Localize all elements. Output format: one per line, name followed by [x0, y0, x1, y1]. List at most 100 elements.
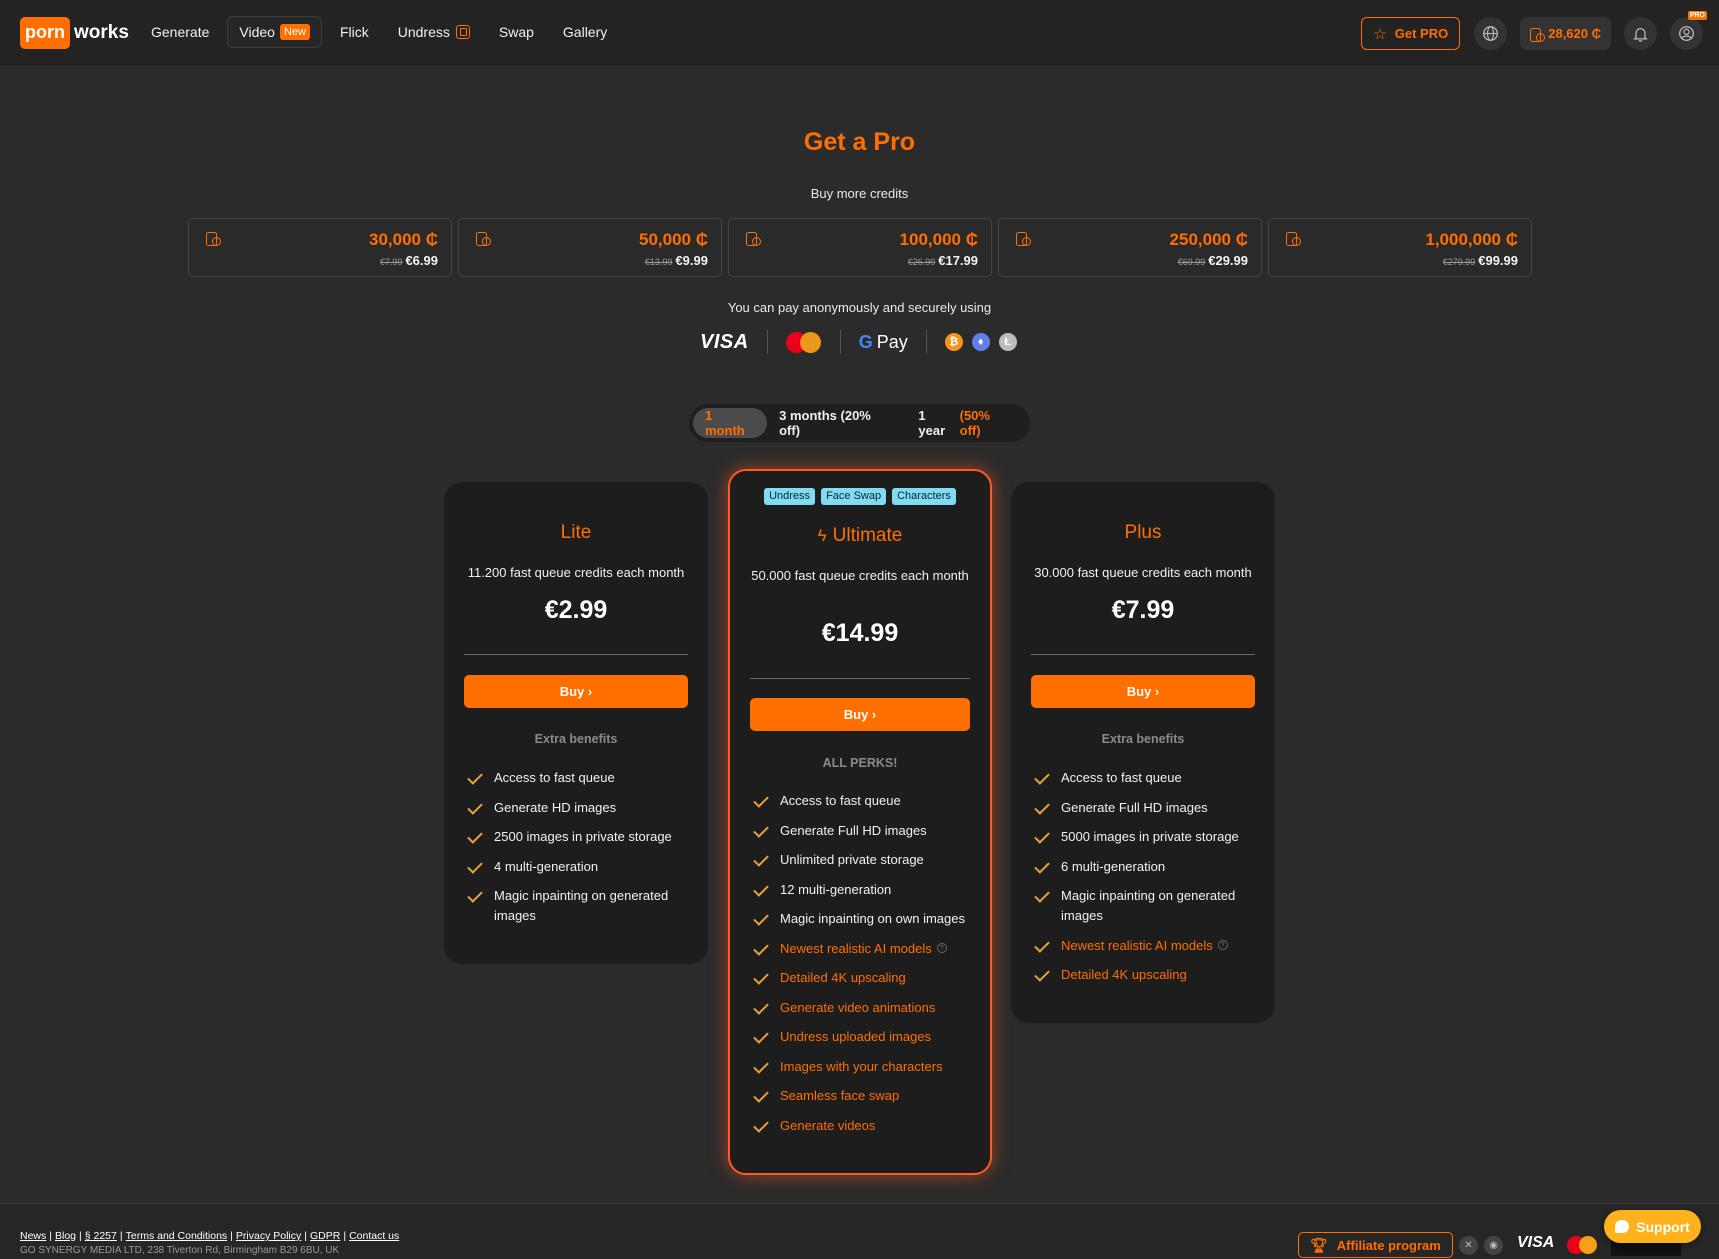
- footer-link-privacy[interactable]: Privacy Policy: [236, 1230, 301, 1242]
- header-actions: ☆ Get PRO 28,620 ₵ PRO: [1361, 11, 1707, 50]
- credits-balance[interactable]: 28,620 ₵: [1520, 17, 1611, 50]
- plan-card-lite: Lite 11.200 fast queue credits each mont…: [444, 482, 708, 964]
- check-icon: [753, 880, 769, 897]
- user-icon: [1679, 26, 1694, 41]
- check-icon: [467, 887, 483, 903]
- plan-name-row: ϟ Ultimate: [730, 525, 990, 547]
- extra-benefits-label: Extra benefits: [1101, 732, 1185, 746]
- feature-label: Generate video animations: [780, 999, 936, 1015]
- divider: [839, 330, 841, 354]
- payment-methods: VISA G Pay ₿ ♦ Ł: [700, 330, 1026, 354]
- feature-item: 2500 images in private storage: [466, 827, 694, 847]
- nav-flick[interactable]: Flick: [329, 16, 380, 48]
- credit-pack-30000[interactable]: 30,000 ₵ €7.99 €6.99: [188, 218, 452, 277]
- plan-card-plus: Plus 30.000 fast queue credits each mont…: [1011, 482, 1275, 1023]
- footer-link-news[interactable]: News: [20, 1230, 46, 1242]
- feature-list: Access to fast queue Generate HD images …: [466, 768, 694, 936]
- credits-value: 28,620 ₵: [1548, 26, 1601, 41]
- nav-gallery[interactable]: Gallery: [552, 16, 618, 48]
- account-button[interactable]: PRO: [1670, 11, 1707, 50]
- footer-link-gdpr[interactable]: GDPR: [310, 1230, 340, 1242]
- check-icon: [753, 821, 769, 838]
- new-badge: New: [279, 24, 310, 40]
- language-button[interactable]: [1474, 17, 1508, 50]
- nav-swap[interactable]: Swap: [488, 16, 545, 48]
- feature-item: Generate videos: [752, 1116, 976, 1136]
- discord-icon[interactable]: ◉: [1484, 1236, 1503, 1255]
- period-1-year[interactable]: 1 year (50% off): [906, 408, 1026, 438]
- pack-amount: 50,000 ₵: [639, 230, 708, 249]
- check-icon: [753, 969, 769, 985]
- mastercard-logo: [785, 331, 822, 353]
- feature-item: Detailed 4K upscaling: [752, 968, 976, 988]
- feature-item: Magic inpainting on generated images: [466, 886, 694, 926]
- nav-undress-label: Undress: [397, 24, 450, 40]
- credit-pack-250000[interactable]: 250,000 ₵ €69.99 €29.99: [998, 218, 1262, 277]
- x-twitter-icon[interactable]: ✕: [1459, 1236, 1478, 1255]
- feature-item: Access to fast queue: [752, 791, 976, 811]
- feature-item: Undress uploaded images: [752, 1027, 976, 1047]
- credit-pack-50000[interactable]: 50,000 ₵ €13.99 €9.99: [458, 218, 722, 277]
- buy-lite-button[interactable]: Buy ›: [464, 675, 688, 708]
- feature-label: 4 multi-generation: [494, 858, 599, 874]
- footer: News | Blog | § 2257 | Terms and Conditions | Pr…: [0, 1203, 1719, 1259]
- pack-price: €13.99 €9.99: [645, 253, 708, 268]
- divider: [925, 330, 927, 354]
- buy-ultimate-button[interactable]: Buy ›: [750, 698, 970, 731]
- pack-amount: 100,000 ₵: [899, 230, 978, 249]
- coins-icon: [206, 231, 224, 250]
- notifications-button[interactable]: [1624, 17, 1657, 50]
- credit-pack-1000000[interactable]: 1,000,000 ₵ €279.99 €99.99: [1268, 218, 1532, 277]
- payment-info-text: You can pay anonymously and securely usi…: [727, 300, 992, 315]
- coins-icon: [1530, 27, 1546, 42]
- feature-label: Generate Full HD images: [1061, 799, 1208, 815]
- footer-mastercard-logo: [1567, 1236, 1597, 1254]
- nav-undress[interactable]: Undress: [387, 16, 481, 48]
- check-icon: [1034, 798, 1050, 815]
- all-perks-label: ALL PERKS!: [822, 756, 898, 770]
- divider: [766, 330, 768, 354]
- buy-plus-button[interactable]: Buy ›: [1031, 675, 1255, 708]
- plan-name: Lite: [560, 522, 592, 543]
- pack-old-price: €279.99: [1442, 257, 1476, 267]
- logo[interactable]: porn works: [20, 16, 129, 50]
- period-1-month[interactable]: 1 month: [693, 408, 768, 438]
- info-icon[interactable]: ?: [936, 942, 947, 953]
- info-icon[interactable]: ?: [1217, 939, 1228, 950]
- pack-new-price: €17.99: [938, 253, 978, 268]
- check-icon: [753, 1057, 769, 1074]
- divider: [750, 678, 970, 679]
- coins-icon: [476, 231, 494, 250]
- plan-tags: Undress Face Swap Characters: [730, 488, 990, 505]
- footer-link-blog[interactable]: Blog: [55, 1230, 76, 1242]
- feature-list: Access to fast queue Generate Full HD im…: [752, 791, 976, 1145]
- period-3-months[interactable]: 3 months (20% off): [767, 408, 906, 438]
- feature-item: Seamless face swap: [752, 1086, 976, 1106]
- check-icon: [1034, 769, 1050, 785]
- get-pro-button[interactable]: ☆ Get PRO: [1361, 17, 1461, 50]
- check-icon: [753, 998, 769, 1015]
- footer-link-contact[interactable]: Contact us: [349, 1230, 399, 1242]
- feature-label: 12 multi-generation: [780, 881, 892, 897]
- footer-visa-logo: VISA: [1517, 1234, 1555, 1251]
- main-nav: Generate Video New Flick Undress Swap Ga…: [140, 16, 625, 48]
- nav-generate[interactable]: Generate: [140, 16, 220, 48]
- star-icon: ☆: [1373, 25, 1387, 43]
- coins-icon: [746, 231, 764, 250]
- support-button[interactable]: Support: [1604, 1210, 1701, 1243]
- affiliate-label: Affiliate program: [1336, 1237, 1441, 1253]
- pack-old-price: €26.99: [907, 257, 936, 267]
- feature-label: Magic inpainting on generated images: [1061, 888, 1236, 923]
- footer-link-2257[interactable]: § 2257: [85, 1230, 117, 1242]
- footer-link-terms[interactable]: Terms and Conditions: [126, 1230, 228, 1242]
- litecoin-icon: Ł: [998, 333, 1017, 351]
- logo-porn: porn: [20, 17, 70, 49]
- coins-icon: [1286, 231, 1304, 250]
- affiliate-program-button[interactable]: 🏆︎ Affiliate program: [1298, 1232, 1453, 1258]
- period-1-year-discount: (50% off): [959, 408, 990, 438]
- bell-icon: [1633, 27, 1648, 42]
- credit-pack-100000[interactable]: 100,000 ₵ €26.99 €17.99: [728, 218, 992, 277]
- nav-video[interactable]: Video New: [227, 16, 322, 48]
- plan-card-ultimate: Undress Face Swap Characters ϟ Ultimate 5…: [728, 469, 992, 1175]
- visa-logo: VISA: [700, 330, 749, 353]
